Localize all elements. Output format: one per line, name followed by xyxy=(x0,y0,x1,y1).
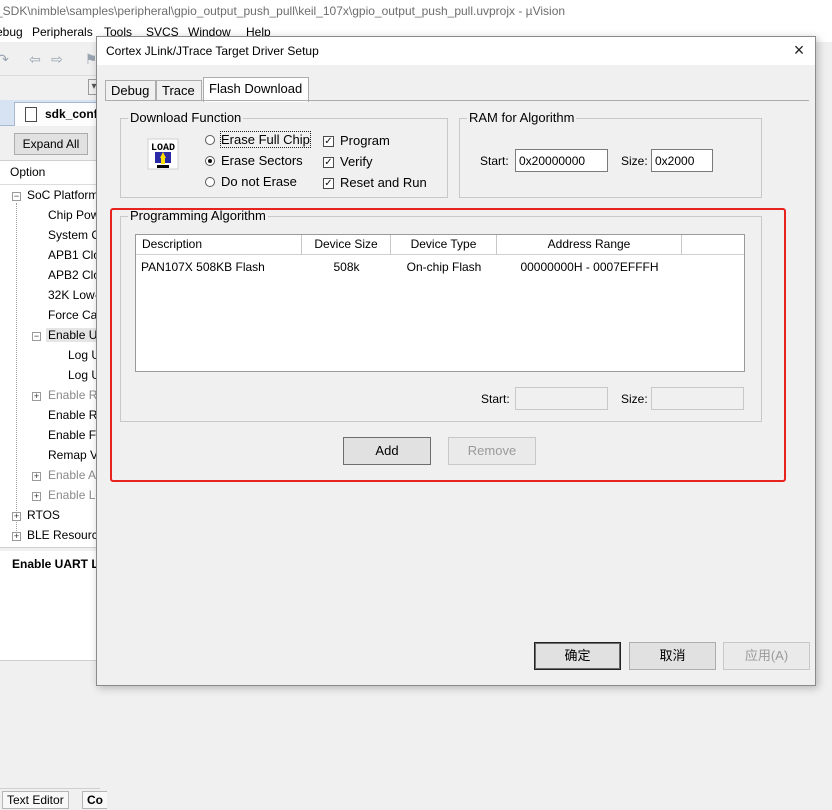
close-icon[interactable]: × xyxy=(789,41,809,61)
tree-item-selected[interactable]: Enable UA xyxy=(46,328,100,342)
program-checkbox[interactable]: ✓ xyxy=(323,136,334,147)
row-device-size: 508k xyxy=(333,260,360,274)
algo-start-input[interactable] xyxy=(515,387,608,410)
ide-title: _SDK\nimble\samples\peripheral\gpio_outp… xyxy=(0,4,566,18)
ram-for-algorithm-label: RAM for Algorithm xyxy=(467,110,577,125)
erase-full-chip-label[interactable]: Erase Full Chip xyxy=(220,131,311,148)
tree-item-ble-resource[interactable]: BLE Resource xyxy=(27,528,100,542)
ram-start-input[interactable] xyxy=(515,149,608,172)
algorithm-list[interactable]: Description Device Size Device Type Addr… xyxy=(135,234,745,372)
column-description[interactable]: Description xyxy=(136,235,302,255)
ok-button[interactable]: 确定 xyxy=(534,642,621,670)
tree-expand-icon[interactable]: + xyxy=(12,532,21,541)
config-wizard-panel: Expand All Option − SoC Platform Chip Po… xyxy=(0,127,107,810)
tree-item[interactable]: Enable RA xyxy=(48,408,100,422)
forward-arrow-icon[interactable]: ⇨ xyxy=(48,51,66,67)
tree-collapse-icon[interactable]: − xyxy=(32,332,41,341)
file-icon xyxy=(25,107,37,122)
verify-checkbox[interactable]: ✓ xyxy=(323,157,334,168)
algo-size-label: Size: xyxy=(621,392,648,406)
tree-item-soc-platform[interactable]: SoC Platform xyxy=(27,188,98,202)
tree-item[interactable]: System C xyxy=(48,228,100,242)
tree-expand-icon[interactable]: + xyxy=(32,492,41,501)
menu-peripherals[interactable]: Peripherals xyxy=(32,25,93,39)
column-device-type[interactable]: Device Type xyxy=(391,235,497,255)
tree-item[interactable]: Enable FL xyxy=(48,428,100,442)
erase-sectors-radio[interactable] xyxy=(205,156,215,166)
back-arrow-icon[interactable]: ⇦ xyxy=(26,51,44,67)
tree-item[interactable]: Enable Lo xyxy=(48,488,100,502)
tree-header-option: Option xyxy=(10,165,46,179)
menu-debug[interactable]: ebug xyxy=(0,25,23,39)
ide-title-bar: _SDK\nimble\samples\peripheral\gpio_outp… xyxy=(0,0,832,22)
editor-bottom-tabs: Text Editor Co xyxy=(0,788,107,810)
add-button[interactable]: Add xyxy=(343,437,431,465)
programming-algorithm-label: Programming Algorithm xyxy=(128,208,268,223)
remove-button[interactable]: Remove xyxy=(448,437,536,465)
tab-text-editor[interactable]: Text Editor xyxy=(2,791,69,809)
option-description-pane: Enable UART Lo xyxy=(0,551,106,661)
column-address-range[interactable]: Address Range xyxy=(497,235,682,255)
ram-size-input[interactable] xyxy=(651,149,713,172)
apply-button[interactable]: 应用(A) xyxy=(723,642,810,670)
ide-toolbar-secondary: ▾ xyxy=(0,76,100,100)
reset-and-run-label[interactable]: Reset and Run xyxy=(340,175,427,190)
expand-all-button[interactable]: Expand All xyxy=(14,133,88,155)
row-description: PAN107X 508KB Flash xyxy=(141,260,265,274)
file-tab-sdk-config[interactable]: sdk_config xyxy=(14,102,100,126)
dialog-tab-bar: Debug Trace Flash Download xyxy=(105,77,805,102)
tree-guide-line xyxy=(16,203,17,533)
tree-expand-icon[interactable]: + xyxy=(32,472,41,481)
file-tab-label: sdk_config xyxy=(45,107,99,121)
ram-size-label: Size: xyxy=(621,154,648,168)
ram-start-label: Start: xyxy=(480,154,509,168)
tree-item-rtos[interactable]: RTOS xyxy=(27,508,60,522)
erase-sectors-label[interactable]: Erase Sectors xyxy=(221,153,303,168)
load-icon: LOAD xyxy=(147,138,179,170)
erase-full-chip-radio[interactable] xyxy=(205,135,215,145)
target-driver-setup-dialog: Cortex JLink/JTrace Target Driver Setup … xyxy=(96,36,816,686)
program-label[interactable]: Program xyxy=(340,133,390,148)
tab-flash-download[interactable]: Flash Download xyxy=(203,77,309,102)
tab-debug[interactable]: Debug xyxy=(105,80,156,101)
tree-item[interactable]: Remap Ve xyxy=(48,448,100,462)
ide-file-tabs: sdk_config xyxy=(0,100,100,126)
option-description-title: Enable UART Lo xyxy=(12,557,107,571)
tree-item[interactable]: Enable Ac xyxy=(48,468,100,482)
row-device-type: On-chip Flash xyxy=(406,260,482,274)
column-device-size[interactable]: Device Size xyxy=(302,235,391,255)
tab-trace[interactable]: Trace xyxy=(156,80,202,101)
dialog-title-bar: Cortex JLink/JTrace Target Driver Setup … xyxy=(97,37,815,65)
do-not-erase-label[interactable]: Do not Erase xyxy=(221,174,297,189)
algo-start-label: Start: xyxy=(481,392,510,406)
reset-and-run-checkbox[interactable]: ✓ xyxy=(323,178,334,189)
redo-icon[interactable]: ↷ xyxy=(0,51,12,67)
ide-toolbar: ↷ ⇦ ⇨ ⚑ xyxy=(0,42,100,76)
tree-collapse-icon[interactable]: − xyxy=(12,192,21,201)
option-tree: Option − SoC Platform Chip Pow System C … xyxy=(0,160,100,548)
row-address-range: 00000000H - 0007EFFFH xyxy=(520,260,659,274)
tree-item[interactable]: Force Cal xyxy=(48,308,100,322)
tree-expand-icon[interactable]: + xyxy=(32,392,41,401)
tree-expand-icon[interactable]: + xyxy=(12,512,21,521)
dialog-title: Cortex JLink/JTrace Target Driver Setup xyxy=(106,44,319,58)
cancel-button[interactable]: 取消 xyxy=(629,642,716,670)
tree-item[interactable]: Chip Pow xyxy=(48,208,99,222)
verify-label[interactable]: Verify xyxy=(340,154,373,169)
tab-configuration-wizard[interactable]: Co xyxy=(82,791,107,809)
algo-size-input[interactable] xyxy=(651,387,744,410)
tree-item[interactable]: APB1 Clo xyxy=(48,248,100,262)
algorithm-list-header: Description Device Size Device Type Addr… xyxy=(136,235,744,255)
tree-item[interactable]: 32K Low- xyxy=(48,288,99,302)
download-function-label: Download Function xyxy=(128,110,244,125)
tree-item[interactable]: Enable RT xyxy=(48,388,100,402)
tree-divider xyxy=(0,184,100,185)
do-not-erase-radio[interactable] xyxy=(205,177,215,187)
tree-item[interactable]: APB2 Clo xyxy=(48,268,100,282)
